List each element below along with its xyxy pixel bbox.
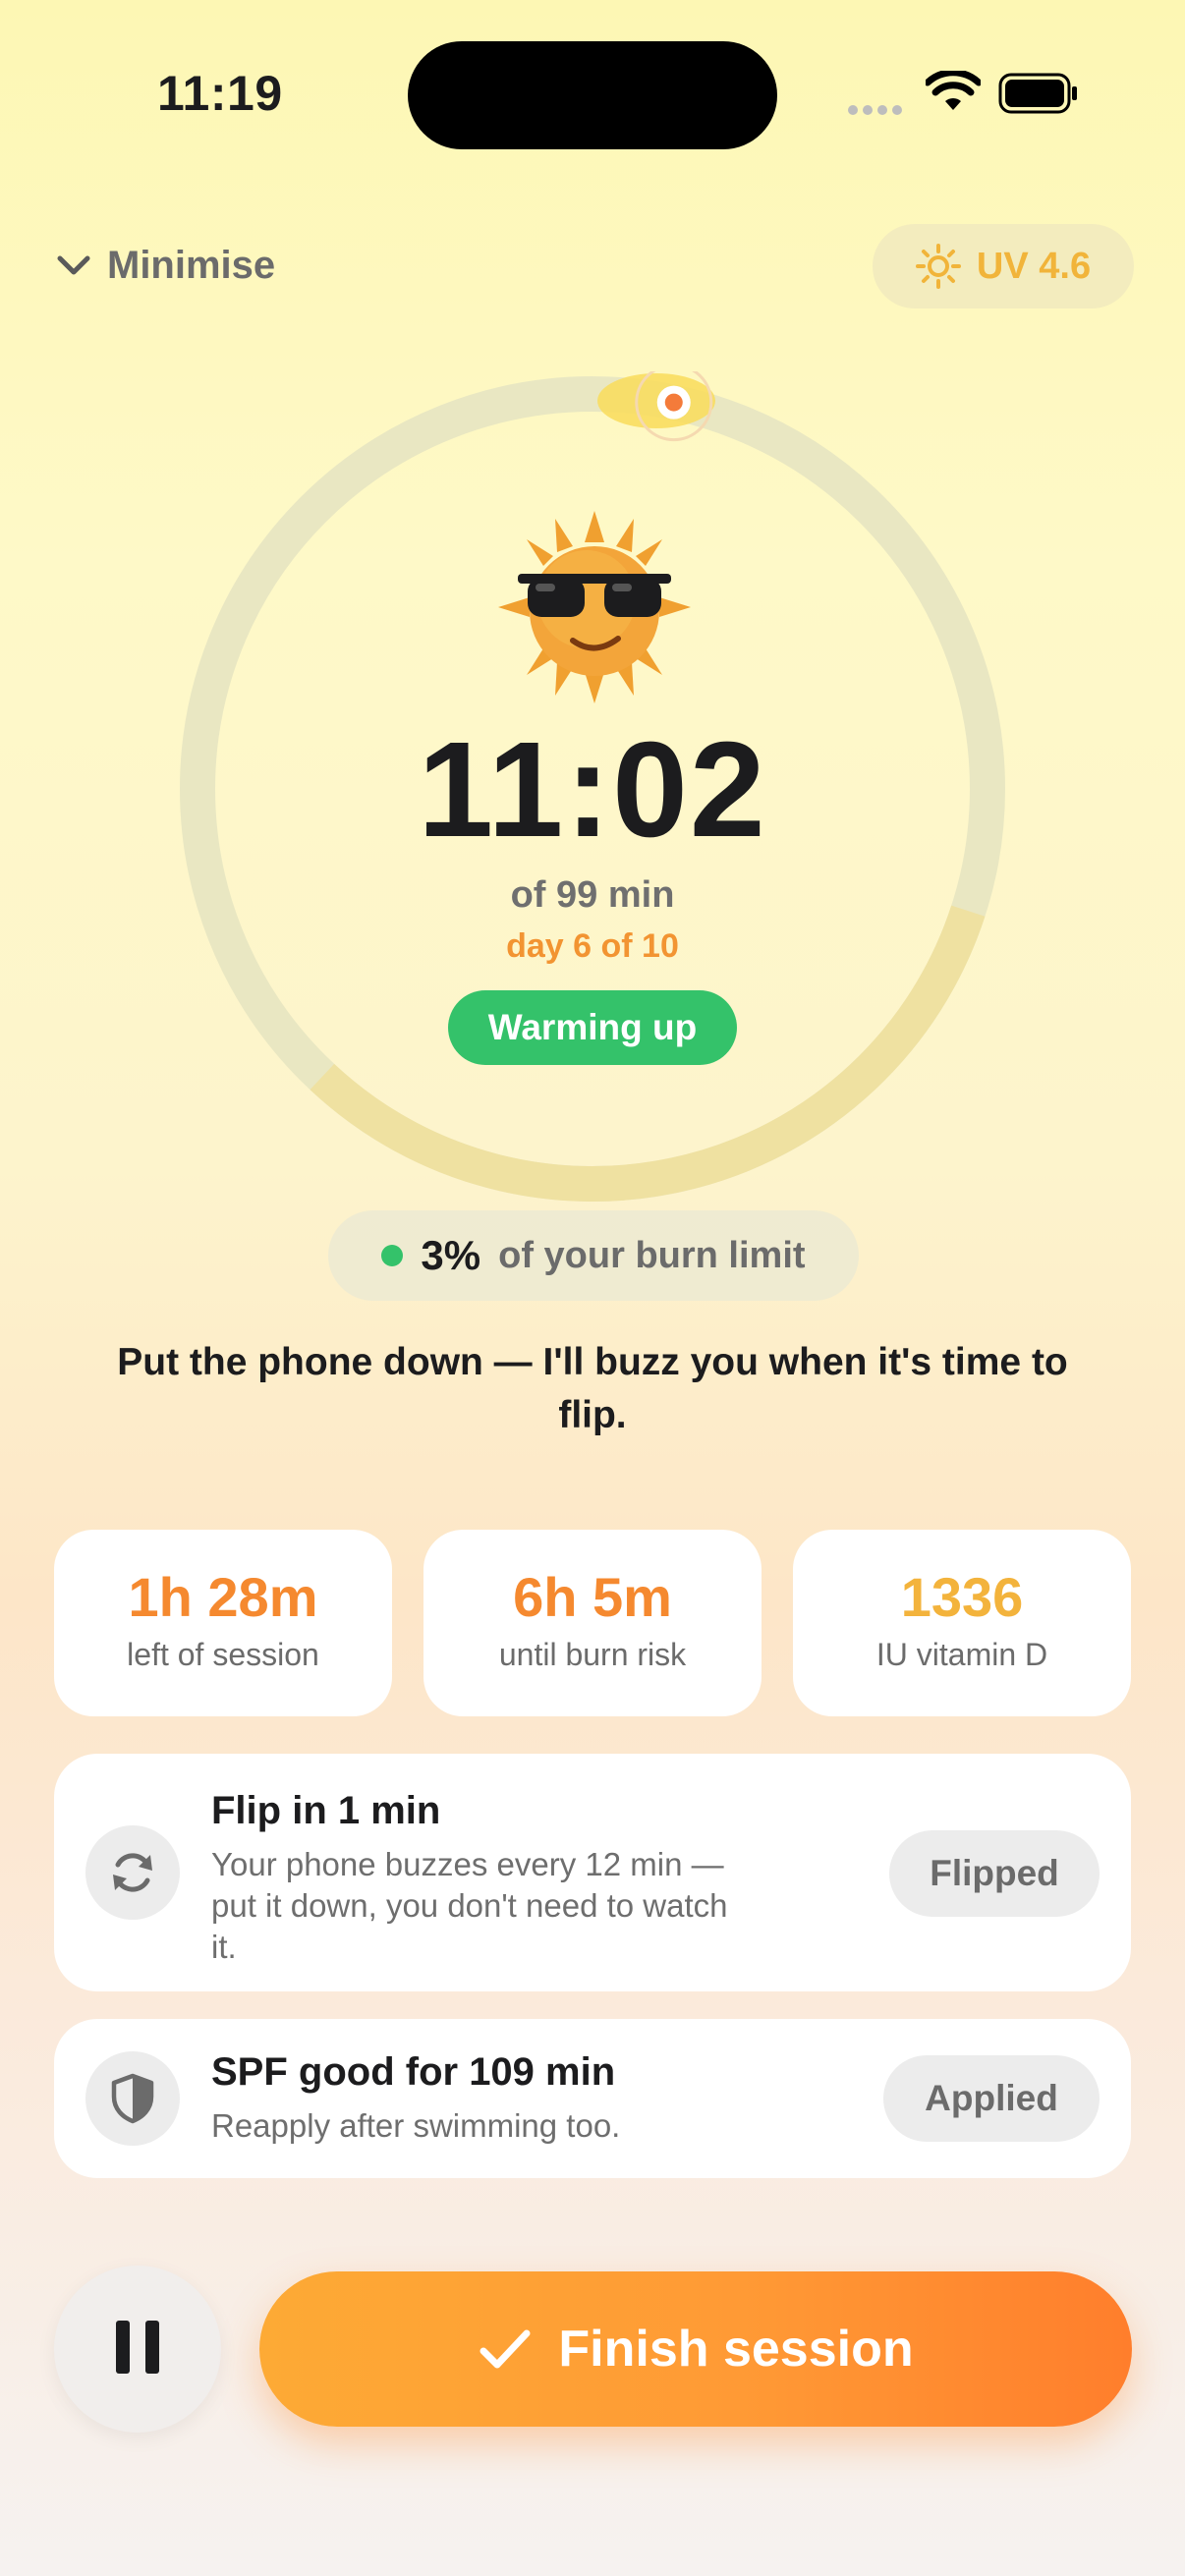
chevron-down-icon — [57, 255, 90, 275]
stat-card-burn-risk: 6h 5m until burn risk — [423, 1530, 762, 1716]
finish-session-button[interactable]: Finish session — [259, 2271, 1132, 2427]
flip-title: Flip in 1 min — [211, 1789, 441, 1832]
stat-value: 6h 5m — [513, 1566, 672, 1628]
stat-card-session-left: 1h 28m left of session — [54, 1530, 392, 1716]
pause-button[interactable] — [54, 2266, 221, 2433]
spf-subtitle: Reapply after swimming too. — [211, 2107, 621, 2144]
signal-dots-icon — [848, 102, 907, 115]
sun-icon — [915, 244, 961, 289]
minimise-label: Minimise — [107, 243, 276, 287]
progress-knob-dot — [664, 393, 683, 412]
finish-label: Finish session — [558, 2321, 914, 2378]
stat-value: 1336 — [900, 1566, 1024, 1628]
wifi-icon — [926, 71, 981, 110]
session-total: of 99 min — [510, 874, 675, 916]
dynamic-island — [408, 41, 777, 149]
burn-limit-pill: 3% of your burn limit — [328, 1210, 859, 1301]
checkmark-icon — [480, 2329, 531, 2369]
stat-value: 1h 28m — [128, 1566, 318, 1628]
stat-label: left of session — [127, 1637, 319, 1672]
flip-subtitle-line: put it down, you don't need to watch — [211, 1887, 728, 1924]
stat-label: until burn risk — [498, 1637, 687, 1672]
applied-button[interactable]: Applied — [883, 2055, 1100, 2142]
flip-subtitle-line: it. — [211, 1929, 237, 1965]
stat-label: IU vitamin D — [875, 1637, 1048, 1672]
uv-index-badge[interactable]: UV 4.6 — [873, 224, 1134, 308]
minimise-button[interactable]: Minimise — [54, 241, 275, 290]
day-progress: day 6 of 10 — [506, 927, 679, 965]
pause-icon — [108, 2320, 167, 2379]
battery-icon — [998, 73, 1077, 114]
progress-glow — [597, 373, 715, 428]
burn-label: of your burn limit — [498, 1234, 806, 1276]
status-time: 11:19 — [157, 66, 283, 121]
shield-icon — [85, 2051, 180, 2146]
uv-label: UV 4.6 — [976, 245, 1092, 287]
burn-percent: 3% — [421, 1232, 481, 1278]
refresh-icon — [85, 1825, 180, 1920]
flip-reminder-card: Flip in 1 min Your phone buzzes every 12… — [54, 1754, 1131, 1991]
status-dot — [381, 1245, 404, 1266]
spf-title: SPF good for 109 min — [211, 2050, 616, 2094]
spf-card: SPF good for 109 min Reapply after swimm… — [54, 2019, 1131, 2178]
flip-subtitle: Your phone buzzes every 12 min — put it … — [211, 1844, 840, 1968]
instruction-text: Put the phone down — I'll buzz you when … — [117, 1341, 1068, 1436]
sun-sunglasses-mascot-icon — [498, 511, 691, 703]
elapsed-timer: 11:02 — [418, 714, 767, 866]
status-badge: Warming up — [448, 990, 737, 1065]
flipped-button[interactable]: Flipped — [889, 1830, 1100, 1917]
flip-subtitle-line: Your phone buzzes every 12 min — — [211, 1846, 724, 1882]
stat-card-vitamin-d: 1336 IU vitamin D — [793, 1530, 1131, 1716]
